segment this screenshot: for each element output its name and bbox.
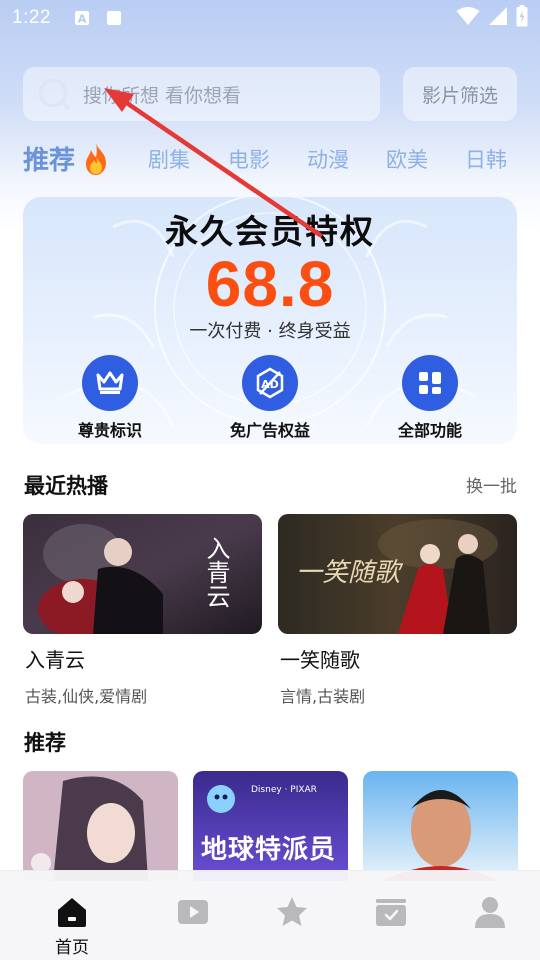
hot-name: 入青云 [25, 648, 85, 672]
bottom-nav: 首页 [0, 870, 540, 960]
tab-western[interactable]: 欧美 [386, 144, 428, 174]
fire-icon [86, 143, 106, 175]
perk-badge[interactable]: 尊贵标识 [50, 355, 170, 441]
nav-profile[interactable] [450, 871, 530, 960]
vip-price: 68.8 [205, 248, 335, 320]
tab-drama[interactable]: 剧集 [148, 144, 190, 174]
nav-home[interactable]: 首页 [32, 871, 112, 960]
poster-image: 入青云 [23, 514, 262, 634]
home-icon [58, 898, 86, 927]
notification-square-icon [105, 9, 123, 27]
vip-banner[interactable]: 永久会员特权 68.8 一次付费 · 终身受益 尊贵标识 AD 免广告权益 全部… [23, 197, 517, 444]
nav-favorites[interactable] [252, 871, 332, 960]
status-time: 1:22 [12, 7, 51, 28]
nav-schedule[interactable] [351, 871, 431, 960]
hot-tags: 言情,古装剧 [280, 687, 366, 706]
tab-recommend[interactable]: 推荐 [23, 140, 75, 177]
refresh-batch-button[interactable]: 换一批 [466, 472, 517, 497]
user-icon [475, 897, 505, 928]
recent-hot-title: 最近热播 [24, 474, 108, 498]
poster-image: 一笑随歌 [278, 514, 517, 634]
svg-text:A: A [78, 13, 87, 26]
search-input[interactable]: 搜你所想 看你想看 [23, 67, 380, 121]
poster-brand: Disney · PIXAR [251, 785, 317, 795]
grid-icon [402, 355, 458, 411]
poster-image [363, 771, 518, 881]
ad-free-icon: AD [242, 355, 298, 411]
wifi-icon [456, 6, 480, 31]
tab-movie[interactable]: 电影 [228, 144, 270, 174]
recommend-card[interactable]: Disney · PIXAR 地球特派员 [193, 771, 348, 881]
star-icon [277, 897, 307, 926]
perk-all-features[interactable]: 全部功能 [370, 355, 490, 441]
tab-anime[interactable]: 动漫 [307, 144, 349, 174]
vip-subtitle: 一次付费 · 终身受益 [189, 321, 351, 342]
search-icon [38, 78, 70, 110]
crown-icon [82, 355, 138, 411]
signal-icon [488, 6, 508, 31]
poster-image [23, 771, 178, 881]
tab-japan-korea[interactable]: 日韩 [465, 144, 507, 174]
sim-card-a-icon: A [73, 9, 91, 27]
perk-ad-free[interactable]: AD 免广告权益 [210, 355, 330, 441]
filter-button[interactable]: 影片筛选 [403, 67, 517, 121]
hot-card[interactable]: 一笑随歌 一笑随歌 言情,古装剧 [278, 514, 517, 707]
recommend-card[interactable] [23, 771, 178, 881]
calendar-check-icon [376, 899, 406, 926]
perk-label: 全部功能 [397, 421, 462, 440]
search-placeholder: 搜你所想 看你想看 [83, 84, 242, 107]
category-tabs: 推荐 剧集 电影 动漫 欧美 日韩 [0, 138, 540, 182]
perk-label: 尊贵标识 [77, 421, 142, 440]
hot-name: 一笑随歌 [280, 648, 360, 672]
vip-title: 永久会员特权 [165, 212, 375, 251]
status-bar: 1:22 A [0, 0, 540, 36]
battery-icon [516, 4, 528, 32]
recommend-title: 推荐 [24, 731, 66, 755]
hot-tags: 古装,仙侠,爱情剧 [25, 687, 148, 706]
recommend-card[interactable] [363, 771, 518, 881]
poster-title: 入青云 [202, 536, 230, 608]
perk-label: 免广告权益 [229, 421, 310, 440]
hot-card[interactable]: 入青云 入青云 古装,仙侠,爱情剧 [23, 514, 262, 707]
nav-label: 首页 [55, 938, 89, 958]
poster-title: 一笑随歌 [296, 558, 401, 588]
poster-title: 地球特派员 [201, 835, 337, 865]
play-icon [178, 900, 208, 924]
nav-videos[interactable] [153, 871, 233, 960]
